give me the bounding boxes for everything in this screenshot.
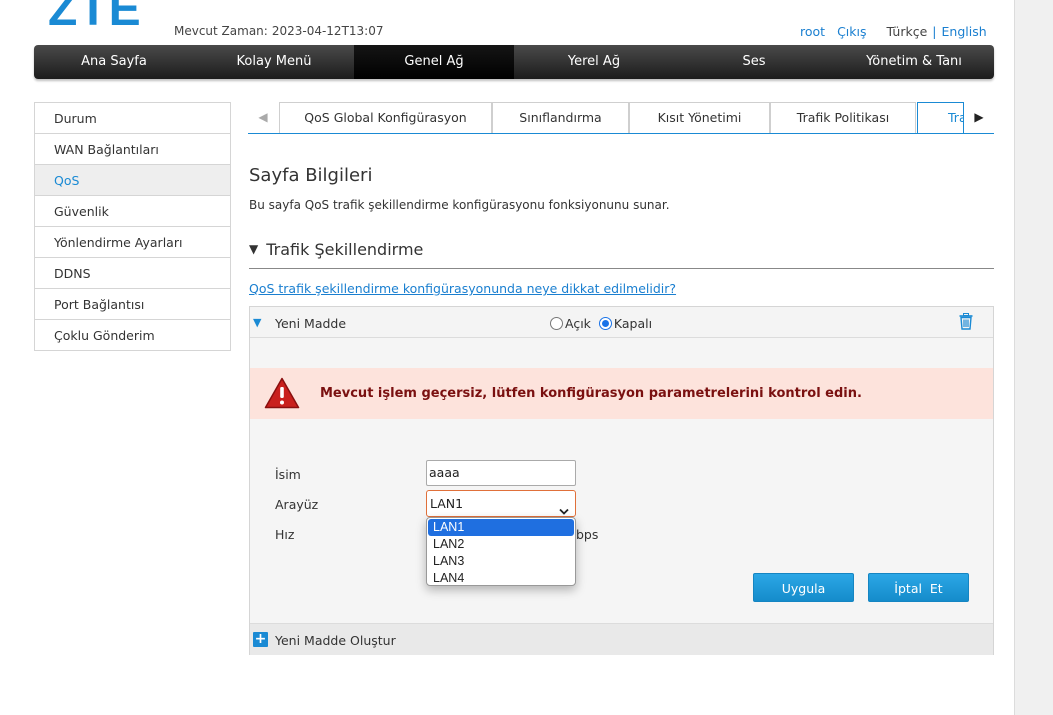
speed-label: Hız — [275, 527, 295, 542]
section-header[interactable]: ▼ Trafik Şekillendirme — [249, 240, 994, 269]
sidebar-item-qos[interactable]: QoS — [35, 165, 230, 196]
sidebar-item-status[interactable]: Durum — [35, 103, 230, 134]
nav-home[interactable]: Ana Sayfa — [34, 45, 194, 79]
enable-radio-group: Açık Kapalı — [550, 316, 652, 331]
error-alert: Mevcut işlem geçersiz, lütfen konfigüras… — [250, 368, 993, 419]
name-label: İsim — [275, 467, 301, 482]
current-time: Mevcut Zaman: 2023-04-12T13:07 — [174, 24, 383, 38]
zte-logo: ZTE — [48, 0, 142, 36]
lang-separator: | — [932, 24, 937, 39]
sidebar: Durum WAN Bağlantıları QoS Güvenlik Yönl… — [34, 102, 231, 351]
radio-on-label: Açık — [565, 316, 591, 331]
tab-traffic-policy[interactable]: Trafik Politikası — [770, 102, 916, 133]
apply-button[interactable]: Uygula — [753, 573, 854, 602]
interface-selected-value: LAN1 — [430, 496, 464, 511]
create-item-row: + Yeni Madde Oluştur — [250, 623, 993, 655]
page-title: Sayfa Bilgileri — [249, 165, 373, 186]
section-title: Trafik Şekillendirme — [266, 240, 424, 259]
lang-current: Türkçe — [886, 24, 928, 39]
panel-header: ▼ Yeni Madde Açık Kapalı — [250, 307, 993, 338]
sidebar-item-multicast[interactable]: Çoklu Gönderim — [35, 320, 230, 351]
nav-easy-menu[interactable]: Kolay Menü — [194, 45, 354, 79]
nav-management[interactable]: Yönetim & Tanı — [834, 45, 994, 79]
nav-local-network[interactable]: Yerel Ağ — [514, 45, 674, 79]
alert-message: Mevcut işlem geçersiz, lütfen konfigüras… — [320, 386, 862, 401]
help-link[interactable]: QoS trafik şekillendirme konfigürasyonun… — [249, 281, 676, 296]
tab-scroll-left-icon[interactable]: ◀ — [248, 102, 278, 133]
warning-icon — [264, 377, 300, 412]
lang-english-link[interactable]: English — [942, 24, 987, 39]
sidebar-item-routing[interactable]: Yönlendirme Ayarları — [35, 227, 230, 258]
interface-select[interactable]: LAN1 — [426, 490, 576, 517]
triangle-down-icon: ▼ — [249, 242, 259, 256]
item-title: Yeni Madde — [275, 316, 347, 331]
tab-scroll-right-icon[interactable]: ▶ — [964, 102, 994, 133]
radio-off[interactable] — [598, 317, 612, 330]
expand-triangle-icon[interactable]: ▼ — [253, 316, 261, 329]
option-lan4[interactable]: LAN4 — [427, 570, 575, 585]
plus-icon[interactable]: + — [253, 632, 268, 647]
option-lan1[interactable]: LAN1 — [428, 519, 574, 536]
tab-classification[interactable]: Sınıflandırma — [492, 102, 629, 133]
sidebar-item-port-binding[interactable]: Port Bağlantısı — [35, 289, 230, 320]
speed-unit: bps — [576, 527, 599, 542]
sidebar-item-ddns[interactable]: DDNS — [35, 258, 230, 289]
current-time-value: 2023-04-12T13:07 — [271, 24, 384, 38]
tab-qos-global[interactable]: QoS Global Konfigürasyon — [279, 102, 492, 133]
tab-traffic-shaping[interactable]: Tra — [917, 102, 964, 133]
cancel-button[interactable]: İptal Et — [868, 573, 969, 602]
interface-label: Arayüz — [275, 497, 319, 512]
nav-voice[interactable]: Ses — [674, 45, 834, 79]
radio-on[interactable] — [550, 317, 563, 330]
logout-link[interactable]: Çıkış — [837, 24, 866, 39]
header-links: root Çıkış Türkçe | English — [800, 24, 987, 39]
sidebar-item-security[interactable]: Güvenlik — [35, 196, 230, 227]
option-lan3[interactable]: LAN3 — [427, 553, 575, 570]
user-link[interactable]: root — [800, 24, 825, 39]
traffic-shaping-panel: ▼ Yeni Madde Açık Kapalı Mevcut işlem ge… — [249, 306, 994, 655]
option-lan2[interactable]: LAN2 — [427, 536, 575, 553]
interface-dropdown: LAN1 LAN2 LAN3 LAN4 — [426, 517, 576, 586]
page-right-margin — [1014, 0, 1053, 715]
radio-off-label: Kapalı — [613, 316, 653, 331]
main-nav: Ana Sayfa Kolay Menü Genel Ağ Yerel Ağ S… — [34, 45, 994, 79]
page-description: Bu sayfa QoS trafik şekillendirme konfig… — [249, 198, 670, 212]
current-time-label: Mevcut Zaman: — [174, 24, 268, 38]
nav-internet[interactable]: Genel Ağ — [354, 45, 514, 79]
name-input[interactable]: aaaa — [426, 460, 576, 486]
tab-limit-management[interactable]: Kısıt Yönetimi — [629, 102, 770, 133]
trash-icon[interactable] — [959, 313, 973, 333]
create-new-item[interactable]: Yeni Madde Oluştur — [275, 633, 396, 648]
tab-bar: ◀ QoS Global Konfigürasyon Sınıflandırma… — [248, 102, 994, 134]
sidebar-item-wan[interactable]: WAN Bağlantıları — [35, 134, 230, 165]
